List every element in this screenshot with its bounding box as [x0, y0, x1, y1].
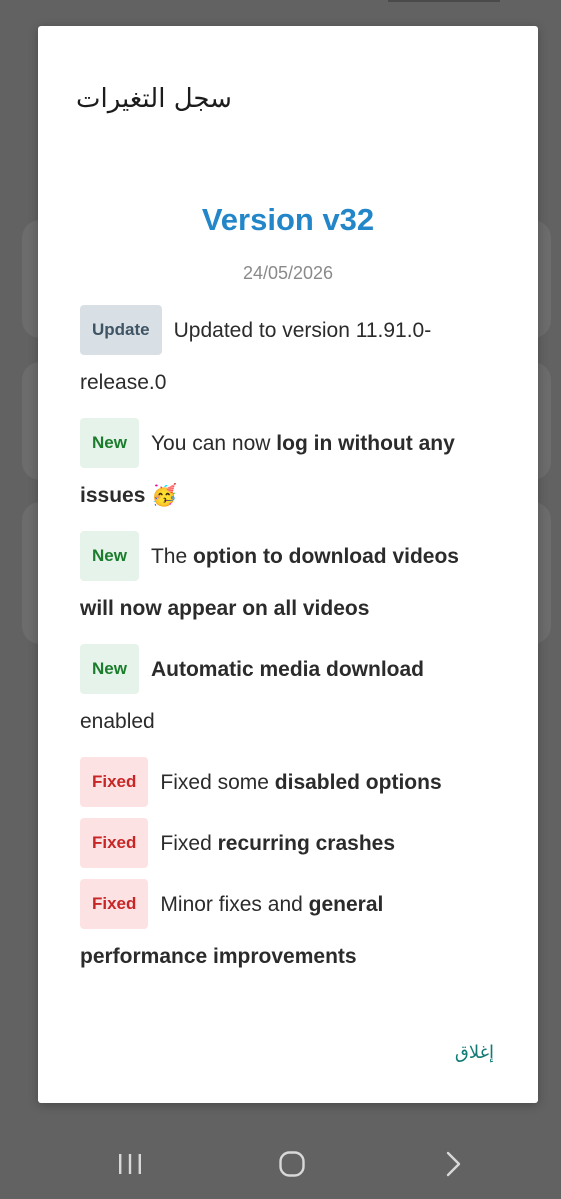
change-item: New The option to download videos will no…: [80, 531, 490, 635]
recent-apps-icon[interactable]: [110, 1144, 150, 1184]
change-text: You can now: [150, 432, 277, 455]
change-text-bold: disabled options: [274, 771, 442, 794]
change-text: enabled: [80, 710, 155, 733]
changes-list: Update Updated to version 11.91.0-release…: [80, 305, 490, 992]
fixed-badge: Fixed: [80, 879, 149, 929]
new-badge: New: [80, 531, 139, 581]
back-icon[interactable]: [434, 1144, 474, 1184]
change-item: Fixed Minor fixes and general performance…: [80, 879, 490, 983]
dialog-title: سجل التغيرات: [76, 84, 232, 114]
change-item: Fixed Fixed some disabled options: [80, 757, 490, 809]
fixed-badge: Fixed: [80, 757, 149, 807]
change-text-bold: Automatic media download: [150, 658, 424, 681]
home-icon[interactable]: [272, 1144, 312, 1184]
change-text: 🥳: [145, 484, 178, 507]
change-text-bold: recurring crashes: [217, 832, 396, 855]
change-item: Fixed Fixed recurring crashes: [80, 818, 490, 870]
change-item: New Automatic media download enabled: [80, 644, 490, 748]
new-badge: New: [80, 418, 139, 468]
fixed-badge: Fixed: [80, 818, 149, 868]
changelog-dialog: سجل التغيرات Version v32 24/05/2026 Upda…: [38, 26, 538, 1103]
change-item: New You can now log in without any issues…: [80, 418, 490, 522]
version-title: Version v32: [201, 202, 375, 237]
version-date: 24/05/2026: [242, 263, 334, 283]
update-badge: Update: [80, 305, 162, 355]
new-badge: New: [80, 644, 139, 694]
change-item: Update Updated to version 11.91.0-release…: [80, 305, 490, 409]
change-text: Fixed: [160, 832, 218, 855]
change-text: The: [150, 545, 193, 568]
navigation-bar: [0, 1130, 561, 1199]
change-text: Minor fixes and: [160, 893, 309, 916]
background-topbar: [388, 0, 500, 2]
close-button[interactable]: إغلاق: [455, 1042, 494, 1063]
change-text: Fixed some: [160, 771, 275, 794]
